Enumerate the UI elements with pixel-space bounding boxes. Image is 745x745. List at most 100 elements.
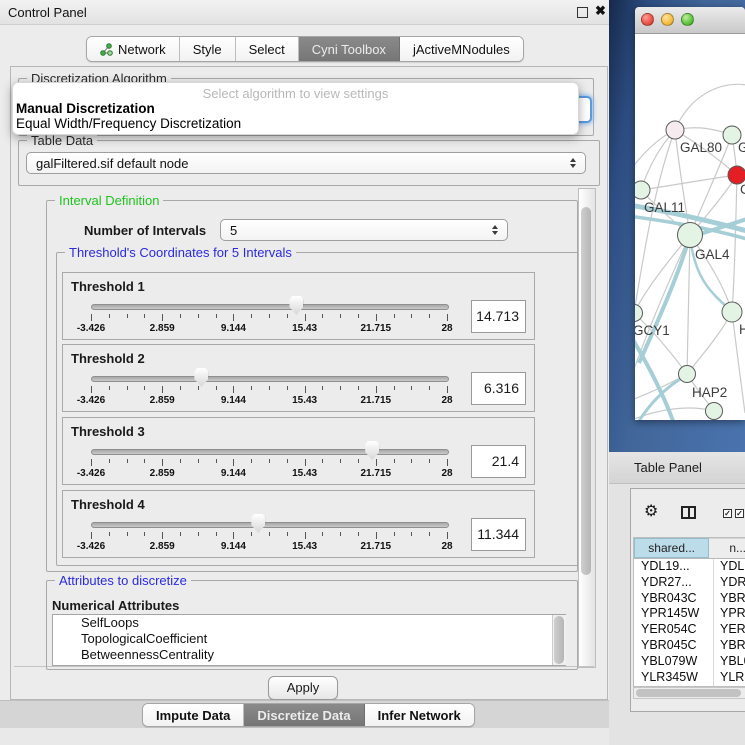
gear-icon[interactable]: ⚙ xyxy=(644,503,658,519)
cell-shared-name[interactable]: YBR045C xyxy=(634,638,714,654)
cell-name[interactable]: YDR2 xyxy=(714,575,745,591)
cell-shared-name[interactable]: YDR27... xyxy=(634,575,714,591)
table-header-shared-name[interactable]: shared... xyxy=(634,538,709,558)
mac-close-button[interactable] xyxy=(641,13,654,26)
network-edge[interactable] xyxy=(641,130,675,190)
table-hscrollbar-thumb[interactable] xyxy=(636,689,741,697)
num-intervals-value: 5 xyxy=(221,223,490,238)
slider-track[interactable] xyxy=(91,449,449,455)
network-node-BOT[interactable] xyxy=(706,403,723,420)
checkbox-icon[interactable]: ✓ xyxy=(735,509,744,518)
slider-tick xyxy=(287,386,288,390)
network-edge[interactable] xyxy=(635,235,690,313)
popup-option-equal-width-frequency-discretization[interactable]: Equal Width/Frequency Discretization xyxy=(16,116,241,131)
network-node-GAL4[interactable] xyxy=(678,223,703,248)
slider-tick xyxy=(447,386,448,393)
tab-network[interactable]: Network xyxy=(87,37,180,61)
main-vertical-scrollbar[interactable] xyxy=(578,188,596,668)
tab-discretize-data[interactable]: Discretize Data xyxy=(244,704,364,726)
slider-thumb[interactable] xyxy=(289,296,303,315)
network-node-GCY1[interactable] xyxy=(635,305,643,322)
network-edge-highlighted[interactable] xyxy=(639,236,690,363)
column-layout-icon[interactable] xyxy=(681,506,696,519)
slider-tick xyxy=(447,459,448,466)
network-node-H[interactable] xyxy=(722,302,742,322)
slider-thumb[interactable] xyxy=(194,368,208,387)
node-table: shared... n... YDL19...YDL1YDR27...YDR2Y… xyxy=(633,537,745,687)
table-horizontal-scrollbar[interactable] xyxy=(633,687,745,699)
cell-shared-name[interactable]: YPR145W xyxy=(634,606,714,622)
checkbox-icon[interactable]: ✓ xyxy=(723,509,732,518)
network-view-window[interactable]: GAL80GACGAL11GAL4GCY1HHAP2 xyxy=(635,7,745,420)
table-row[interactable]: YDR27...YDR2 xyxy=(634,575,745,591)
tab-select[interactable]: Select xyxy=(236,37,299,61)
threshold-value-field[interactable]: 11.344 xyxy=(471,518,526,551)
network-edge[interactable] xyxy=(641,175,737,190)
threshold-value-field[interactable]: 6.316 xyxy=(471,372,526,405)
network-edge[interactable] xyxy=(687,312,732,374)
table-row[interactable]: YER054CYER0 xyxy=(634,622,745,638)
network-edge[interactable] xyxy=(732,175,737,312)
attribute-item-topologicalcoefficient[interactable]: TopologicalCoefficient xyxy=(53,631,565,647)
cell-shared-name[interactable]: YER054C xyxy=(634,622,714,638)
table-row[interactable]: YBR045CYBR0 xyxy=(634,638,745,654)
table-row[interactable]: YDL19...YDL1 xyxy=(634,559,745,575)
mac-zoom-button[interactable] xyxy=(681,13,694,26)
table-row[interactable]: YBL079WYBL0 xyxy=(634,654,745,670)
slider-tick xyxy=(109,386,110,390)
tab-style[interactable]: Style xyxy=(180,37,236,61)
slider-tick xyxy=(233,459,234,466)
cell-name[interactable]: YLR3 xyxy=(714,670,745,686)
popup-option-manual-discretization[interactable]: Manual Discretization xyxy=(16,101,155,116)
threshold-value-field[interactable]: 14.713 xyxy=(471,300,526,333)
close-icon[interactable]: ✖ xyxy=(595,3,606,19)
threshold-value-field[interactable]: 21.4 xyxy=(471,445,526,478)
table-row[interactable]: YPR145WYPR1 xyxy=(634,606,745,622)
network-node-HAP2[interactable] xyxy=(679,366,696,383)
slider-thumb[interactable] xyxy=(365,441,379,460)
network-window-titlebar[interactable] xyxy=(635,7,745,34)
network-graph[interactable]: GAL80GACGAL11GAL4GCY1HHAP2 xyxy=(635,33,745,420)
num-intervals-combobox[interactable]: 5 xyxy=(220,219,508,241)
network-edge-highlighted[interactable] xyxy=(635,333,673,420)
slider-track[interactable] xyxy=(91,304,449,310)
attributes-list-scrollbar[interactable] xyxy=(552,615,566,665)
table-row[interactable]: YBR043CYBR0 xyxy=(634,591,745,607)
cell-name[interactable]: YDL1 xyxy=(714,559,745,575)
cell-name[interactable]: YPR1 xyxy=(714,606,745,622)
threshold-label: Threshold 2 xyxy=(71,351,145,366)
cell-name[interactable]: YBR0 xyxy=(714,638,745,654)
slider-track[interactable] xyxy=(91,376,449,382)
slider-tick xyxy=(162,459,163,466)
cell-shared-name[interactable]: YLR345W xyxy=(634,670,714,686)
slider-tick-label: 2.859 xyxy=(132,395,192,406)
tab-impute-data[interactable]: Impute Data xyxy=(143,704,244,726)
cell-shared-name[interactable]: YBR043C xyxy=(634,591,714,607)
network-node-GAL11[interactable] xyxy=(635,181,650,199)
slider-track[interactable] xyxy=(91,522,449,528)
float-window-icon[interactable] xyxy=(577,7,588,18)
tab-infer-network[interactable]: Infer Network xyxy=(365,704,474,726)
table-header-name[interactable]: n... xyxy=(709,538,745,558)
cell-shared-name[interactable]: YBL079W xyxy=(634,654,714,670)
tab-jactivemnodules[interactable]: jActiveMNodules xyxy=(400,37,523,61)
mac-minimize-button[interactable] xyxy=(661,13,674,26)
slider-tick xyxy=(251,459,252,463)
cell-name[interactable]: YBR0 xyxy=(714,591,745,607)
main-scrollbar-thumb[interactable] xyxy=(581,207,591,575)
apply-button[interactable]: Apply xyxy=(268,676,338,700)
attribute-item-selfloops[interactable]: SelfLoops xyxy=(53,615,565,631)
numerical-attributes-list[interactable]: SelfLoopsTopologicalCoefficientBetweenne… xyxy=(52,614,566,666)
network-edge[interactable] xyxy=(675,84,745,130)
tab-cyni-toolbox[interactable]: Cyni Toolbox xyxy=(299,37,400,61)
table-data-combobox[interactable]: galFiltered.sif default node xyxy=(26,152,586,174)
network-node-GAL80[interactable] xyxy=(666,121,684,139)
tab-label: jActiveMNodules xyxy=(413,42,510,57)
attribute-item-betweennesscentrality[interactable]: BetweennessCentrality xyxy=(53,647,565,663)
cell-shared-name[interactable]: YDL19... xyxy=(634,559,714,575)
network-edge[interactable] xyxy=(687,235,690,374)
slider-thumb[interactable] xyxy=(251,514,265,533)
cell-name[interactable]: YBL0 xyxy=(714,654,745,670)
cell-name[interactable]: YER0 xyxy=(714,622,745,638)
table-row[interactable]: YLR345WYLR3 xyxy=(634,670,745,686)
